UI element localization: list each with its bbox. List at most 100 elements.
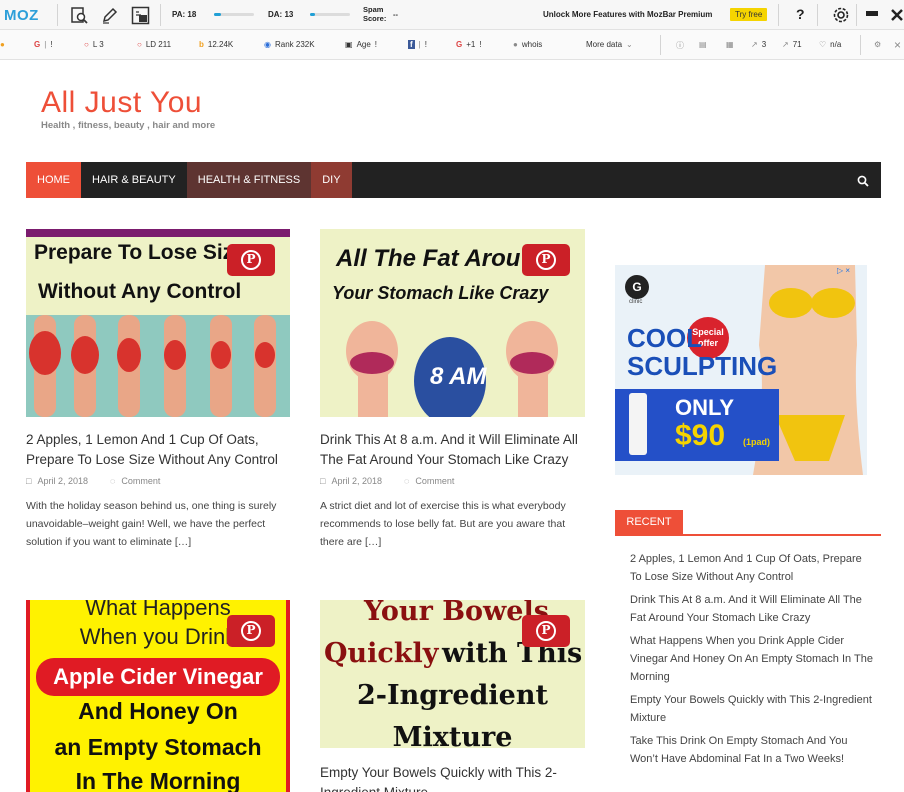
followed-links-metric[interactable]: ↗ 71 [782, 40, 802, 49]
post-thumbnail[interactable]: Prepare To Lose Size Without Any Control… [26, 229, 290, 417]
post-title[interactable]: 2 Apples, 1 Lemon And 1 Cup Of Oats, Pre… [26, 430, 290, 470]
nav-item-hair-beauty[interactable]: HAIR & BEAUTY [81, 162, 187, 198]
calendar-icon: □ [320, 476, 326, 486]
thumbnail-text: In The Morning [75, 768, 241, 792]
nav-item-health-fitness[interactable]: HEALTH & FITNESS [186, 162, 312, 198]
post-title[interactable]: Drink This At 8 a.m. And it Will Elimina… [320, 430, 585, 470]
thumbnail-text: All The Fat Arou [336, 245, 521, 272]
ad-brand-sub: clinic [629, 299, 643, 305]
post-meta: □ April 2, 2018 ◌ Comment [320, 476, 454, 486]
recent-post-link[interactable]: What Happens When you Drink Apple Cider … [630, 632, 875, 686]
thumbnail-text: an Empty Stomach [54, 734, 262, 760]
post-excerpt: With the holiday season behind us, one t… [26, 500, 277, 548]
divider [660, 35, 661, 55]
facebook-metric[interactable]: f |! [408, 40, 427, 49]
gear-icon[interactable] [831, 5, 851, 25]
thumbnail-text: Quickly [324, 638, 439, 669]
links-metric[interactable]: ○ L 3 [84, 40, 104, 49]
thumbnail-text: Mixture [392, 722, 513, 748]
thumbnail-text: Apple Cider Vinegar [36, 658, 280, 696]
nav-item-diy[interactable]: DIY [311, 162, 352, 198]
recent-post-link[interactable]: Take This Drink On Empty Stomach And You… [630, 732, 875, 768]
post-meta: □ April 2, 2018 ◌ Comment [26, 476, 160, 486]
chart-icon[interactable]: ▦ [726, 40, 734, 49]
ad-device-image [629, 393, 647, 455]
post-date[interactable]: □ April 2, 2018 [320, 476, 382, 486]
ad-brand-logo: G [625, 275, 649, 299]
moz-logo[interactable]: MOZ [4, 7, 39, 24]
page-icon[interactable]: ▤ [699, 40, 707, 49]
moz-badge-icon: ● [0, 40, 5, 49]
thumbnail-text: 8 AM [430, 363, 487, 390]
close-icon[interactable] [890, 8, 904, 22]
page-analysis-icon[interactable] [70, 6, 88, 24]
ad-only-label: ONLY [675, 395, 735, 420]
divider [160, 4, 161, 26]
divider [57, 4, 58, 26]
thumbnail-text: Without Any Control [38, 280, 242, 303]
whois-link[interactable]: ● whois [513, 40, 542, 49]
comment-icon: ◌ [403, 476, 410, 486]
ad-price: $90 [675, 419, 726, 452]
ad-headline: SCULPTING [627, 351, 778, 381]
more-data-dropdown[interactable]: More data ⌄ [586, 40, 633, 49]
thumbnail-text: Your Stomach Like Crazy [332, 283, 549, 303]
divider [856, 4, 857, 26]
recent-widget-underline [615, 534, 881, 536]
body-silhouettes-illustration [26, 315, 290, 417]
spam-score-value: -- [393, 10, 398, 19]
bing-metric[interactable]: b 12.24K [199, 40, 233, 49]
recent-post-link[interactable]: 2 Apples, 1 Lemon And 1 Cup Of Oats, Pre… [630, 550, 875, 586]
pinterest-save-button[interactable]: P [227, 615, 275, 647]
nav-item-home[interactable]: HOME [26, 162, 81, 198]
linking-domains-metric[interactable]: ○ LD 211 [137, 40, 171, 49]
post-thumbnail[interactable]: Your Bowels Quickly with This 2-Ingredie… [320, 600, 585, 748]
pinterest-save-button[interactable]: P [522, 244, 570, 276]
da-bar [310, 13, 350, 16]
recent-posts-list: 2 Apples, 1 Lemon And 1 Cup Of Oats, Pre… [630, 550, 875, 773]
da-metric: DA: 13 [268, 10, 294, 19]
age-metric[interactable]: ▣ Age! [345, 40, 377, 49]
pinterest-icon: P [241, 621, 261, 641]
settings-icon[interactable]: ⚙ [874, 40, 881, 49]
google-index-metric[interactable]: G |! [34, 40, 53, 49]
post-excerpt: A strict diet and lot of exercise this i… [320, 500, 566, 548]
site-title[interactable]: All Just You [41, 86, 202, 120]
post-thumbnail[interactable]: What Happens When you Drink Apple Cider … [26, 600, 290, 792]
ad-headline: COOL [627, 323, 703, 353]
inbound-links-metric[interactable]: ↗ 3 [751, 40, 766, 49]
pinterest-icon: P [536, 621, 556, 641]
spam-metric[interactable]: ♡ n/a [819, 40, 841, 49]
thumbnail-text: Prepare To Lose Size [34, 241, 245, 264]
info-icon[interactable]: ⓘ [676, 40, 684, 51]
pa-bar [214, 13, 254, 16]
search-icon[interactable] [857, 174, 869, 187]
help-icon[interactable]: ? [796, 6, 805, 22]
ad-choices-icon[interactable]: ▷ × [837, 266, 850, 275]
post-comment-link[interactable]: ◌ Comment [404, 476, 454, 486]
post-date[interactable]: □ April 2, 2018 [26, 476, 88, 486]
premium-promo-text: Unlock More Features with MozBar Premium [543, 10, 713, 19]
minimize-icon[interactable] [866, 11, 878, 16]
thumbnail-text: And Honey On [78, 698, 238, 724]
markup-icon[interactable] [130, 5, 150, 25]
mozbar-toolbar: MOZ PA: 18 DA: 13 Spam Score: -- Unlock … [0, 0, 904, 30]
pinterest-icon: P [536, 250, 556, 270]
calendar-icon: □ [26, 476, 32, 486]
post-comment-link[interactable]: ◌ Comment [110, 476, 160, 486]
google-plus-metric[interactable]: G +1! [456, 40, 482, 49]
highlight-pen-icon[interactable] [100, 6, 118, 24]
comment-icon: ◌ [109, 476, 116, 486]
alexa-rank-metric[interactable]: ◉ Rank 232K [264, 40, 315, 49]
try-free-button[interactable]: Try free [730, 8, 768, 21]
close-icon[interactable]: × [894, 38, 901, 52]
pinterest-save-button[interactable]: P [522, 615, 570, 647]
recent-post-link[interactable]: Empty Your Bowels Quickly with This 2-In… [630, 691, 875, 727]
recent-post-link[interactable]: Drink This At 8 a.m. And it Will Elimina… [630, 591, 875, 627]
main-navigation: HOME HAIR & BEAUTY HEALTH & FITNESS DIY [26, 162, 881, 198]
pinterest-save-button[interactable]: P [227, 244, 275, 276]
advertisement-banner[interactable]: G clinic Special offer COOL SCULPTING ON… [615, 265, 867, 475]
post-thumbnail[interactable]: All The Fat Arou Your Stomach Like Crazy… [320, 229, 585, 417]
post-title[interactable]: Empty Your Bowels Quickly with This 2-In… [320, 763, 585, 792]
ad-price-unit: (1pad) [743, 437, 770, 447]
